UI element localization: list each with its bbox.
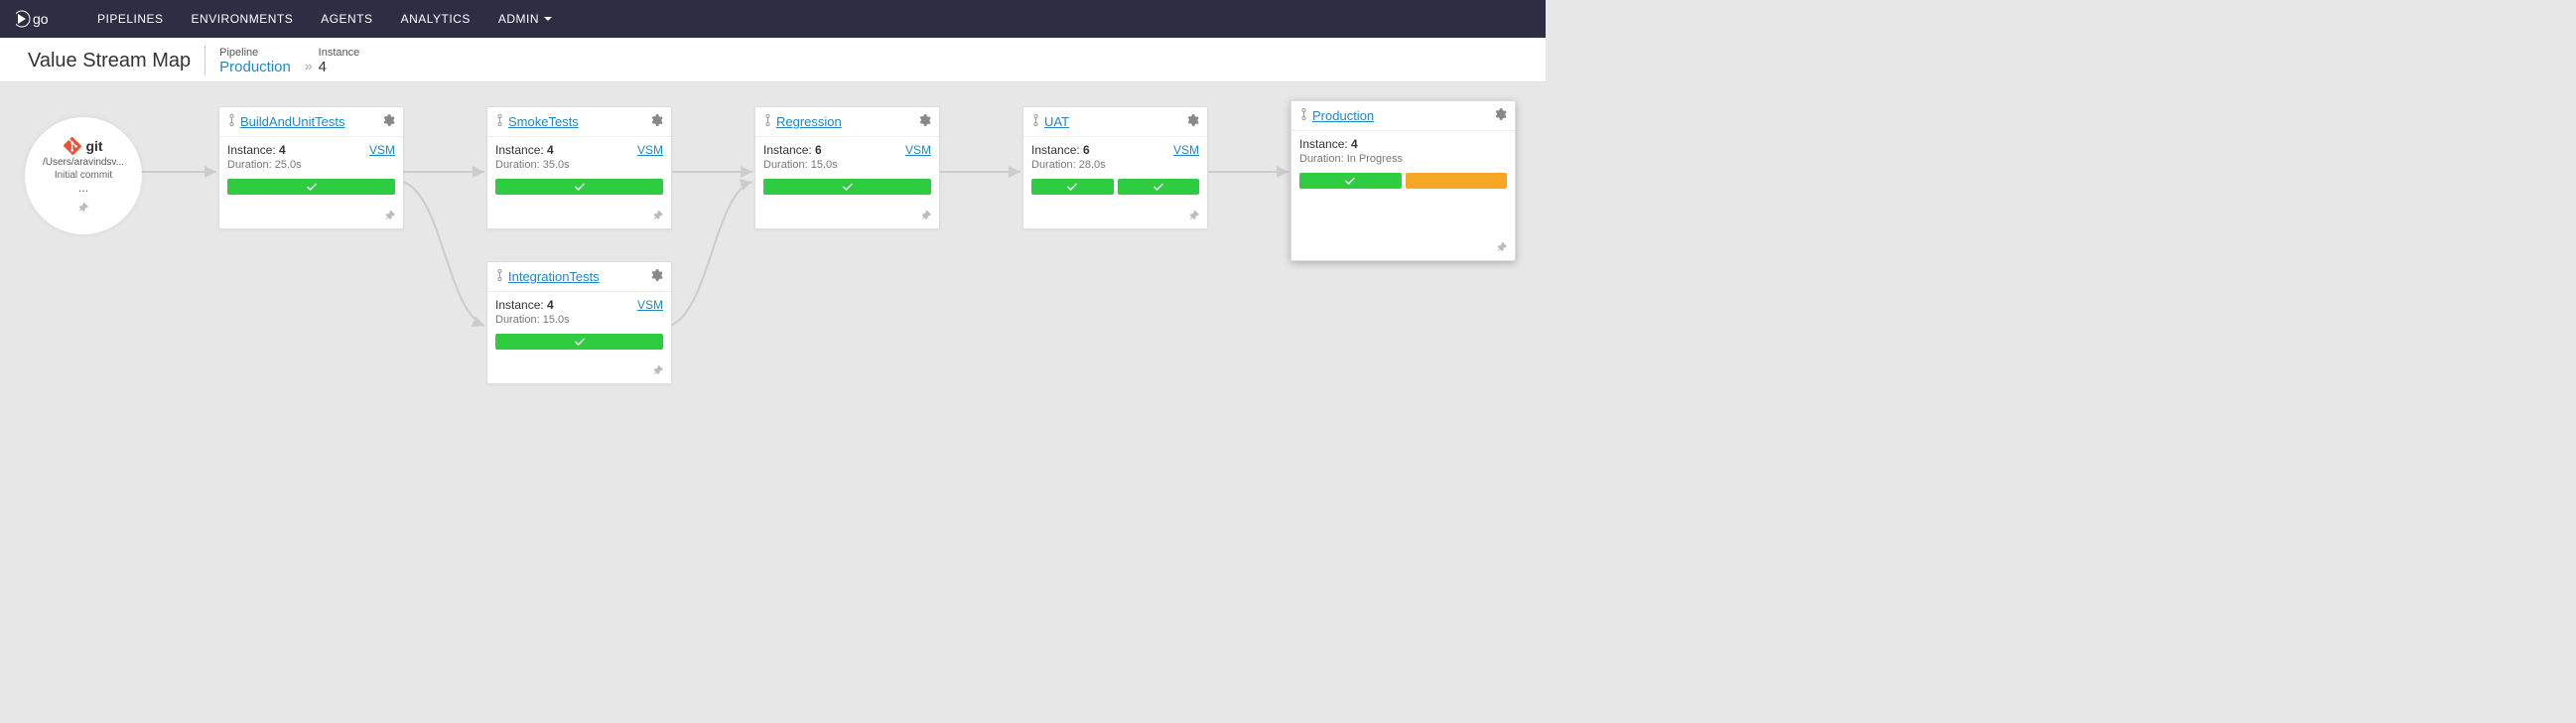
gear-icon[interactable] — [381, 113, 395, 130]
pipeline-link-regression[interactable]: Regression — [763, 114, 842, 129]
stage-bar-passed[interactable] — [495, 334, 663, 350]
pipeline-icon — [495, 114, 504, 129]
page-title: Value Stream Map — [28, 46, 205, 75]
material-path: /Users/aravindsv... — [43, 157, 124, 168]
git-icon: git — [64, 137, 102, 155]
duration-text: Duration: 28.0s — [1031, 159, 1199, 171]
vsm-link[interactable]: VSM — [637, 143, 663, 157]
top-nav: go PIPELINES ENVIRONMENTS AGENTS ANALYTI… — [0, 0, 1546, 38]
gear-icon[interactable] — [1185, 113, 1199, 130]
pin-icon[interactable] — [1497, 238, 1507, 254]
breadcrumb-instance: Instance 4 — [319, 47, 360, 75]
gear-icon[interactable] — [1493, 107, 1507, 124]
stage-bar-passed[interactable] — [1031, 179, 1114, 195]
pipeline-icon — [227, 114, 236, 129]
material-commit: Initial commit — [55, 170, 112, 181]
gear-icon[interactable] — [917, 113, 931, 130]
duration-text: Duration: In Progress — [1299, 153, 1507, 165]
breadcrumb-separator: » — [305, 58, 313, 73]
material-git[interactable]: git /Users/aravindsv... Initial commit .… — [25, 117, 142, 234]
pipeline-link-buildandunittests[interactable]: BuildAndUnitTests — [227, 114, 345, 129]
gocd-logo[interactable]: go — [16, 8, 58, 30]
pipeline-icon — [1031, 114, 1040, 129]
instance-label: Instance — [319, 47, 360, 59]
pipeline-card-production: Production Instance: 4 Duration: In Prog… — [1290, 100, 1516, 261]
stage-bar-passed[interactable] — [495, 179, 663, 195]
material-more[interactable]: ... — [78, 181, 88, 195]
gear-icon[interactable] — [649, 268, 663, 285]
pipeline-icon — [1299, 108, 1308, 123]
duration-text: Duration: 35.0s — [495, 159, 663, 171]
instance-text: Instance: 6 — [1031, 143, 1090, 157]
git-label: git — [85, 138, 102, 154]
pipeline-link-production[interactable]: Production — [1299, 108, 1374, 123]
vsm-canvas: git /Users/aravindsv... Initial commit .… — [0, 82, 1546, 430]
pipeline-link-uat[interactable]: UAT — [1031, 114, 1069, 129]
pin-icon[interactable] — [653, 207, 663, 222]
pin-icon[interactable] — [921, 207, 931, 222]
vsm-link[interactable]: VSM — [1173, 143, 1199, 157]
chevron-down-icon — [544, 17, 552, 21]
pin-icon[interactable] — [653, 362, 663, 377]
pipeline-icon — [495, 269, 504, 284]
pipeline-name: SmokeTests — [508, 114, 579, 129]
pipeline-link-integrationtests[interactable]: IntegrationTests — [495, 269, 600, 284]
instance-text: Instance: 4 — [495, 298, 554, 312]
pipeline-name: IntegrationTests — [508, 269, 600, 284]
breadcrumb-pipeline: Pipeline Production — [219, 47, 291, 75]
nav-analytics[interactable]: ANALYTICS — [401, 12, 471, 26]
pipeline-card-uat: UAT Instance: 6 VSM Duration: 28.0s — [1022, 106, 1208, 229]
instance-text: Instance: 6 — [763, 143, 822, 157]
stage-bar-passed[interactable] — [763, 179, 931, 195]
pipeline-name: UAT — [1044, 114, 1069, 129]
pin-icon[interactable] — [78, 199, 88, 215]
pipeline-card-regression: Regression Instance: 6 VSM Duration: 15.… — [754, 106, 940, 229]
pipeline-card-smoketests: SmokeTests Instance: 4 VSM Duration: 35.… — [486, 106, 672, 229]
pipeline-card-integrationtests: IntegrationTests Instance: 4 VSM Duratio… — [486, 261, 672, 384]
pipeline-card-buildandunittests: BuildAndUnitTests Instance: 4 VSM Durati… — [218, 106, 404, 229]
pipeline-icon — [763, 114, 772, 129]
pipeline-name: Regression — [776, 114, 842, 129]
svg-text:go: go — [33, 11, 49, 27]
pin-icon[interactable] — [1189, 207, 1199, 222]
pin-icon[interactable] — [385, 207, 395, 222]
nav-environments[interactable]: ENVIRONMENTS — [192, 12, 294, 26]
pipeline-label: Pipeline — [219, 47, 291, 59]
gear-icon[interactable] — [649, 113, 663, 130]
instance-text: Instance: 4 — [227, 143, 286, 157]
instance-text: Instance: 4 — [1299, 137, 1358, 151]
duration-text: Duration: 25.0s — [227, 159, 395, 171]
duration-text: Duration: 15.0s — [495, 314, 663, 326]
instance-value: 4 — [319, 59, 360, 75]
pipeline-link[interactable]: Production — [219, 59, 291, 75]
nav-admin[interactable]: ADMIN — [498, 12, 552, 26]
pipeline-name: BuildAndUnitTests — [240, 114, 345, 129]
nav-pipelines[interactable]: PIPELINES — [97, 12, 164, 26]
nav-agents[interactable]: AGENTS — [321, 12, 372, 26]
vsm-link[interactable]: VSM — [905, 143, 931, 157]
stage-bar-building[interactable] — [1406, 173, 1508, 189]
stage-bar-passed[interactable] — [1118, 179, 1200, 195]
pipeline-link-smoketests[interactable]: SmokeTests — [495, 114, 579, 129]
vsm-link[interactable]: VSM — [637, 298, 663, 312]
duration-text: Duration: 15.0s — [763, 159, 931, 171]
page-header: Value Stream Map Pipeline Production » I… — [0, 38, 1546, 82]
stage-bar-passed[interactable] — [1299, 173, 1402, 189]
stage-bar-passed[interactable] — [227, 179, 395, 195]
vsm-link[interactable]: VSM — [369, 143, 395, 157]
instance-text: Instance: 4 — [495, 143, 554, 157]
pipeline-name: Production — [1312, 108, 1374, 123]
